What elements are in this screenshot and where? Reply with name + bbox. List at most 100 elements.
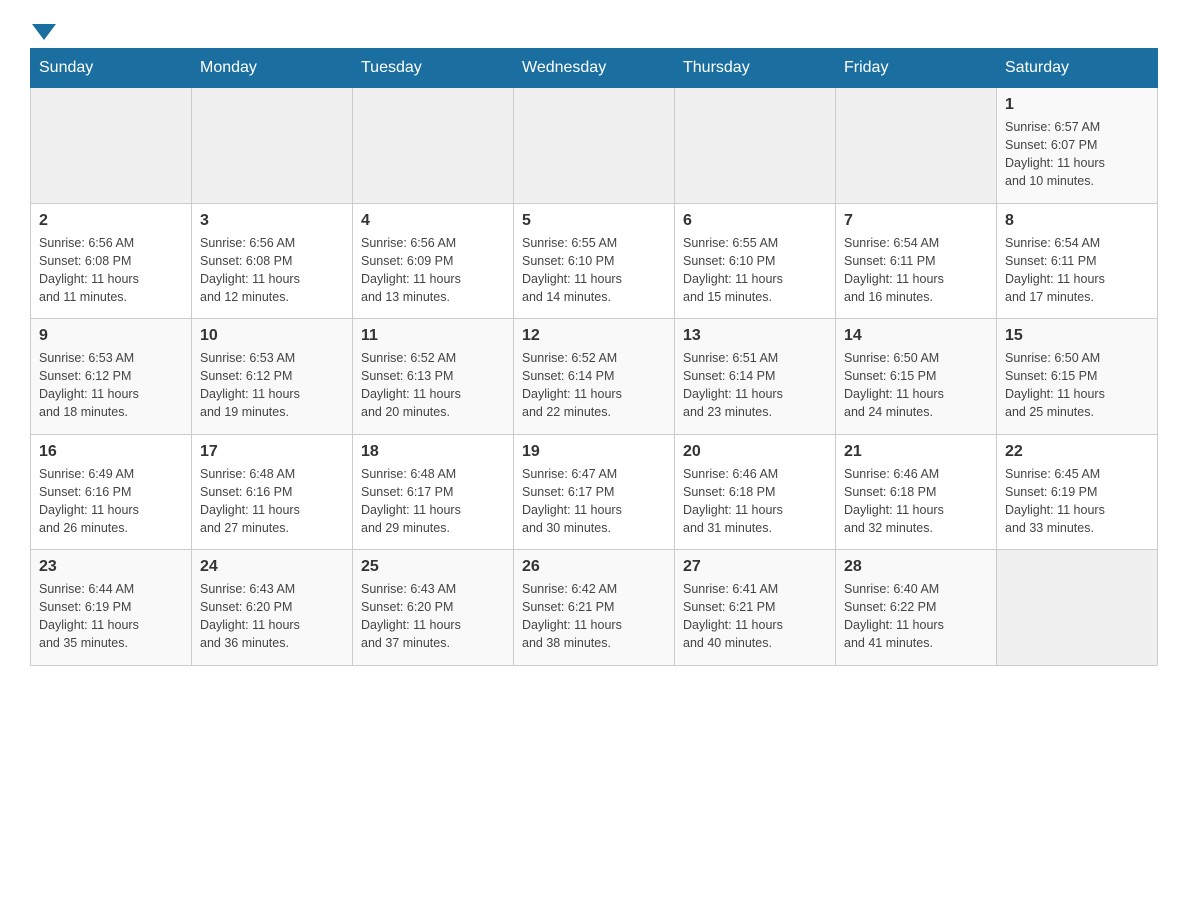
day-info: Sunrise: 6:43 AM Sunset: 6:20 PM Dayligh… [361,580,505,653]
day-number: 28 [844,558,988,576]
day-info: Sunrise: 6:45 AM Sunset: 6:19 PM Dayligh… [1005,465,1149,538]
calendar-cell: 17Sunrise: 6:48 AM Sunset: 6:16 PM Dayli… [192,434,353,550]
calendar-cell: 6 Sunrise: 6:55 AM Sunset: 6:10 PM Daylig… [675,203,836,319]
day-number: 6 [683,212,827,230]
calendar-cell: 22 Sunrise: 6:45 AM Sunset: 6:19 PM Dayli… [997,434,1158,550]
day-number: 24 [200,558,344,576]
weekday-header-saturday: Saturday [997,49,1158,88]
day-info: Sunrise: 6:52 AM Sunset: 6:14 PM Dayligh… [522,349,666,422]
day-info: Sunrise: 6:44 AM Sunset: 6:19 PM Dayligh… [39,580,183,653]
day-info: Sunrise: 6:56 AM Sunset: 6:08 PM Dayligh… [200,234,344,307]
calendar-cell: 25 Sunrise: 6:43 AM Sunset: 6:20 PM Dayli… [353,550,514,666]
calendar-cell: 8 Sunrise: 6:54 AM Sunset: 6:11 PM Daylig… [997,203,1158,319]
day-info: Sunrise: 6:51 AM Sunset: 6:14 PM Dayligh… [683,349,827,422]
day-info: Sunrise: 6:53 AM Sunset: 6:12 PM Dayligh… [200,349,344,422]
day-number: 27 [683,558,827,576]
calendar-cell [836,88,997,204]
calendar-cell: 23 Sunrise: 6:44 AM Sunset: 6:19 PM Dayli… [31,550,192,666]
calendar-cell: 28 Sunrise: 6:40 AM Sunset: 6:22 PM Dayli… [836,550,997,666]
weekday-header-row: SundayMondayTuesdayWednesdayThursdayFrid… [31,49,1158,88]
calendar-cell: 13Sunrise: 6:51 AM Sunset: 6:14 PM Dayli… [675,319,836,435]
day-number: 21 [844,443,988,461]
day-info: Sunrise: 6:53 AM Sunset: 6:12 PM Dayligh… [39,349,183,422]
day-info: Sunrise: 6:54 AM Sunset: 6:11 PM Dayligh… [844,234,988,307]
day-info: Sunrise: 6:57 AM Sunset: 6:07 PM Dayligh… [1005,118,1149,191]
calendar-cell: 5 Sunrise: 6:55 AM Sunset: 6:10 PM Daylig… [514,203,675,319]
day-info: Sunrise: 6:49 AM Sunset: 6:16 PM Dayligh… [39,465,183,538]
calendar-cell [192,88,353,204]
weekday-header-thursday: Thursday [675,49,836,88]
day-number: 18 [361,443,505,461]
day-number: 26 [522,558,666,576]
weekday-header-monday: Monday [192,49,353,88]
calendar-cell [31,88,192,204]
day-info: Sunrise: 6:41 AM Sunset: 6:21 PM Dayligh… [683,580,827,653]
day-info: Sunrise: 6:55 AM Sunset: 6:10 PM Dayligh… [522,234,666,307]
day-number: 25 [361,558,505,576]
calendar-table: SundayMondayTuesdayWednesdayThursdayFrid… [30,48,1158,666]
calendar-cell: 1 Sunrise: 6:57 AM Sunset: 6:07 PM Daylig… [997,88,1158,204]
day-number: 5 [522,212,666,230]
day-number: 12 [522,327,666,345]
day-number: 8 [1005,212,1149,230]
day-number: 23 [39,558,183,576]
day-number: 10 [200,327,344,345]
calendar-week-row: 9 Sunrise: 6:53 AM Sunset: 6:12 PM Daylig… [31,319,1158,435]
day-info: Sunrise: 6:40 AM Sunset: 6:22 PM Dayligh… [844,580,988,653]
calendar-cell: 11 Sunrise: 6:52 AM Sunset: 6:13 PM Dayli… [353,319,514,435]
day-number: 17 [200,443,344,461]
day-number: 16 [39,443,183,461]
day-number: 3 [200,212,344,230]
weekday-header-sunday: Sunday [31,49,192,88]
day-info: Sunrise: 6:46 AM Sunset: 6:18 PM Dayligh… [683,465,827,538]
day-number: 14 [844,327,988,345]
day-number: 19 [522,443,666,461]
day-info: Sunrise: 6:50 AM Sunset: 6:15 PM Dayligh… [844,349,988,422]
logo-arrow-icon [32,24,56,40]
calendar-cell: 2Sunrise: 6:56 AM Sunset: 6:08 PM Daylig… [31,203,192,319]
calendar-week-row: 1 Sunrise: 6:57 AM Sunset: 6:07 PM Daylig… [31,88,1158,204]
calendar-cell [675,88,836,204]
day-number: 9 [39,327,183,345]
calendar-week-row: 2 Sunrise: 6:56 AM Sunset: 6:08 PM Daylig… [31,203,1158,319]
day-number: 11 [361,327,505,345]
calendar-cell: 27 Sunrise: 6:41 AM Sunset: 6:21 PM Dayli… [675,550,836,666]
calendar-week-row: 16 Sunrise: 6:49 AM Sunset: 6:16 PM Dayli… [31,434,1158,550]
calendar-cell: 18 Sunrise: 6:48 AM Sunset: 6:17 PM Dayli… [353,434,514,550]
day-info: Sunrise: 6:47 AM Sunset: 6:17 PM Dayligh… [522,465,666,538]
day-info: Sunrise: 6:50 AM Sunset: 6:15 PM Dayligh… [1005,349,1149,422]
day-info: Sunrise: 6:46 AM Sunset: 6:18 PM Dayligh… [844,465,988,538]
calendar-cell: 12 Sunrise: 6:52 AM Sunset: 6:14 PM Dayli… [514,319,675,435]
calendar-cell: 14 Sunrise: 6:50 AM Sunset: 6:15 PM Dayli… [836,319,997,435]
calendar-cell [514,88,675,204]
calendar-cell: 21 Sunrise: 6:46 AM Sunset: 6:18 PM Dayli… [836,434,997,550]
calendar-cell: 26Sunrise: 6:42 AM Sunset: 6:21 PM Dayli… [514,550,675,666]
day-number: 20 [683,443,827,461]
calendar-week-row: 23 Sunrise: 6:44 AM Sunset: 6:19 PM Dayli… [31,550,1158,666]
day-number: 4 [361,212,505,230]
day-info: Sunrise: 6:54 AM Sunset: 6:11 PM Dayligh… [1005,234,1149,307]
day-info: Sunrise: 6:48 AM Sunset: 6:17 PM Dayligh… [361,465,505,538]
calendar-cell: 16 Sunrise: 6:49 AM Sunset: 6:16 PM Dayli… [31,434,192,550]
calendar-cell: 19 Sunrise: 6:47 AM Sunset: 6:17 PM Dayli… [514,434,675,550]
calendar-cell: 9 Sunrise: 6:53 AM Sunset: 6:12 PM Daylig… [31,319,192,435]
day-number: 2 [39,212,183,230]
day-info: Sunrise: 6:55 AM Sunset: 6:10 PM Dayligh… [683,234,827,307]
day-number: 7 [844,212,988,230]
calendar-cell: 15 Sunrise: 6:50 AM Sunset: 6:15 PM Dayli… [997,319,1158,435]
calendar-cell [997,550,1158,666]
calendar-cell: 10 Sunrise: 6:53 AM Sunset: 6:12 PM Dayli… [192,319,353,435]
calendar-cell: 24 Sunrise: 6:43 AM Sunset: 6:20 PM Dayli… [192,550,353,666]
day-number: 15 [1005,327,1149,345]
calendar-cell [353,88,514,204]
calendar-cell: 3 Sunrise: 6:56 AM Sunset: 6:08 PM Daylig… [192,203,353,319]
day-number: 22 [1005,443,1149,461]
logo [30,20,56,38]
day-number: 1 [1005,96,1149,114]
calendar-cell: 4Sunrise: 6:56 AM Sunset: 6:09 PM Daylig… [353,203,514,319]
day-info: Sunrise: 6:43 AM Sunset: 6:20 PM Dayligh… [200,580,344,653]
calendar-cell: 7 Sunrise: 6:54 AM Sunset: 6:11 PM Daylig… [836,203,997,319]
weekday-header-tuesday: Tuesday [353,49,514,88]
day-info: Sunrise: 6:52 AM Sunset: 6:13 PM Dayligh… [361,349,505,422]
page-header [30,20,1158,38]
